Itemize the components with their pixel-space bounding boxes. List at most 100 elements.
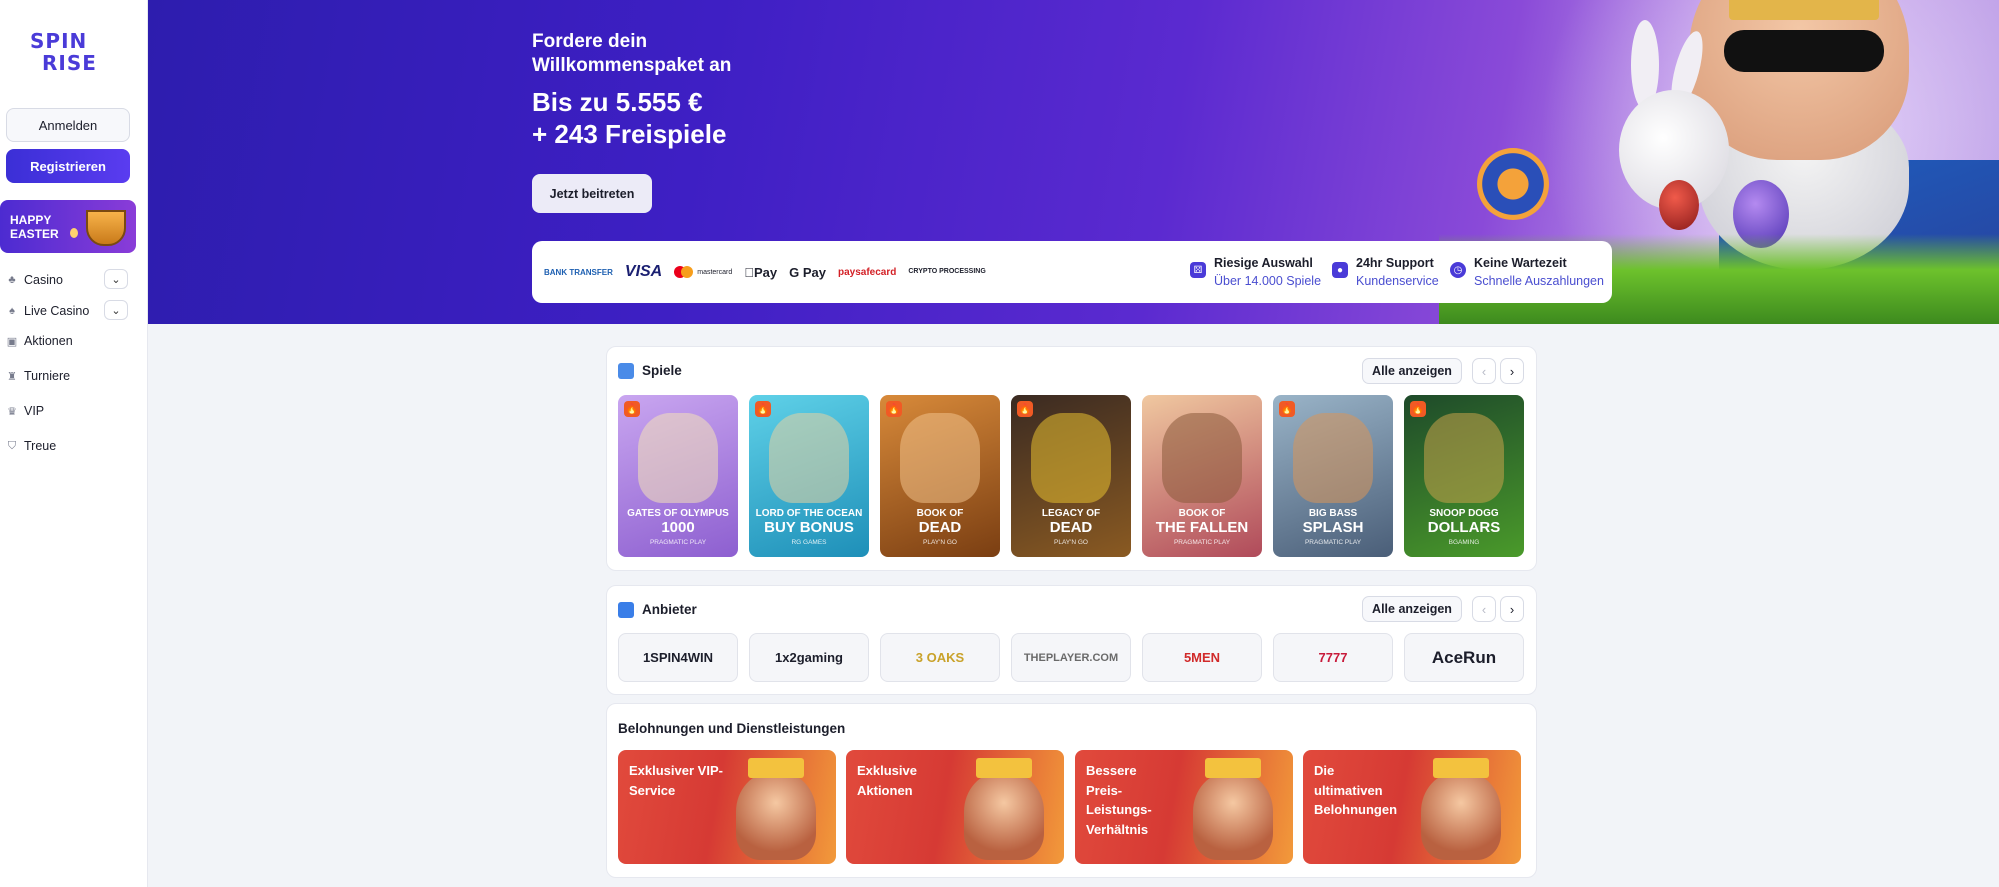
chat-icon: ● [1332,262,1348,278]
easter-promo-text: HAPPY EASTER [10,213,59,241]
game-art [1162,413,1242,503]
providers-next-button[interactable]: › [1500,596,1524,622]
games-title: Spiele [642,363,682,378]
reward-title: Exklusive Aktionen [857,763,917,798]
provider-logo[interactable]: 7777 [1273,633,1393,682]
sidebar-item-live-casino[interactable]: ♠ Live Casino [6,300,89,322]
game-title-main: DOLLARS [1427,519,1501,536]
spade-icon: ♠ [9,305,15,317]
sidebar: SPIN RISE Anmelden Registrieren HAPPY EA… [0,0,148,887]
reward-card[interactable]: Bessere Preis-Leistungs-Verhältnis [1075,750,1293,864]
game-art [1293,413,1373,503]
game-provider: PRAGMATIC PLAY [1173,539,1231,546]
login-button[interactable]: Anmelden [6,108,130,142]
game-provider: PRAGMATIC PLAY [1304,539,1362,546]
reward-card[interactable]: Die ultimativen Belohnungen [1303,750,1521,864]
paysafecard-logo: paysafecard [828,266,896,278]
casino-chip-art [1477,148,1549,220]
crown-art [976,758,1032,778]
king-art [1193,772,1273,860]
game-title-main: THE FALLEN [1155,519,1249,536]
game-title-main: SPLASH [1302,519,1364,536]
game-tile[interactable]: BOOK OF THE FALLEN PRAGMATIC PLAY [1142,395,1262,557]
hot-fire-icon: 🔥 [886,401,902,417]
hero-copy: Fordere dein Willkommenspaket an Bis zu … [532,30,731,150]
easter-promo-banner[interactable]: HAPPY EASTER [0,200,136,253]
feature-title: Riesige Auswahl [1214,256,1313,270]
casino-expand-chevron[interactable]: ⌄ [104,269,128,289]
game-title-main: BUY BONUS [764,519,854,536]
sidebar-item-label: Casino [24,273,63,287]
provider-logo[interactable]: 3 OAKS [880,633,1000,682]
game-art [769,413,849,503]
sidebar-item-label: VIP [24,404,45,418]
easter-egg-art [1659,180,1699,230]
crown-art [1433,758,1489,778]
logo[interactable]: SPIN RISE [30,30,110,78]
hot-fire-icon: 🔥 [755,401,771,417]
apple-pay-logo: Pay [744,264,777,280]
game-tile[interactable]: 🔥 BIG BASS SPLASH PRAGMATIC PLAY [1273,395,1393,557]
game-title-top: GATES OF OLYMPUS [627,508,729,519]
provider-logo[interactable]: THEPLAYER.COM [1011,633,1131,682]
sidebar-item-turniere[interactable]: ♜ Turniere [6,365,70,387]
grid-icon [618,602,634,618]
provider-logo[interactable]: 1x2gaming [749,633,869,682]
game-tile[interactable]: 🔥 BOOK OF DEAD PLAY'N GO [880,395,1000,557]
games-prev-button[interactable]: ‹ [1472,358,1496,384]
crown-art [1205,758,1261,778]
feature-subtitle: Über 14.000 Spiele [1214,274,1322,288]
game-title-main: DEAD [1049,519,1093,536]
hero-headline-1: Bis zu 5.555 € [532,87,703,117]
games-next-button[interactable]: › [1500,358,1524,384]
register-button[interactable]: Registrieren [6,149,130,183]
reward-card[interactable]: Exklusive Aktionen [846,750,1064,864]
sidebar-item-treue[interactable]: ⛉ Treue [6,435,56,457]
game-tile[interactable]: 🔥 LEGACY OF DEAD PLAY'N GO [1011,395,1131,557]
shield-icon: ⛉ [7,439,17,452]
providers-title: Anbieter [642,602,697,617]
crown-art [748,758,804,778]
game-title-top: LORD OF THE OCEAN [755,508,863,519]
provider-logo[interactable]: 5MEN [1142,633,1262,682]
rewards-title: Belohnungen und Dienstleistungen [618,721,846,736]
game-tile[interactable]: 🔥 SNOOP DOGG DOLLARS BGAMING [1404,395,1524,557]
game-tile[interactable]: 🔥 GATES OF OLYMPUS 1000 PRAGMATIC PLAY [618,395,738,557]
basket-icon [86,210,126,246]
reward-title: Bessere Preis-Leistungs-Verhältnis [1086,763,1152,837]
game-tile[interactable]: 🔥 LORD OF THE OCEAN BUY BONUS RG GAMES [749,395,869,557]
logo-line2: RISE [42,51,97,75]
sidebar-item-label: Aktionen [24,334,73,348]
hot-fire-icon: 🔥 [1410,401,1426,417]
provider-logo[interactable]: AceRun [1404,633,1524,682]
live-casino-expand-chevron[interactable]: ⌄ [104,300,128,320]
sidebar-item-casino[interactable]: ♣ Casino [6,269,63,291]
king-art [736,772,816,860]
feature-payouts: ◷ Keine Wartezeit Schnelle Auszahlungen [1450,255,1604,291]
sidebar-item-aktionen[interactable]: ▣ Aktionen [6,330,73,352]
mastercard-logo: mastercard [674,266,732,278]
game-title-top: BOOK OF [1178,508,1226,519]
join-now-button[interactable]: Jetzt beitreten [532,174,652,213]
providers-see-all-button[interactable]: Alle anzeigen [1362,596,1462,622]
game-provider: PLAY'N GO [923,539,957,546]
dice-icon: ⚄ [1190,262,1206,278]
providers-prev-button[interactable]: ‹ [1472,596,1496,622]
games-see-all-button[interactable]: Alle anzeigen [1362,358,1462,384]
clock-icon: ◷ [1450,262,1466,278]
hero-headline-2: + 243 Freispiele [532,119,727,149]
game-provider: PRAGMATIC PLAY [649,539,707,546]
sidebar-item-vip[interactable]: ♛ VIP [6,400,44,422]
crypto-processing-logo: CRYPTO PROCESSING [898,268,985,275]
hot-fire-icon: 🔥 [1279,401,1295,417]
sidebar-item-label: Live Casino [24,304,90,318]
egg-icon [70,228,78,238]
payment-methods-bar: BANK TRANSFER VISA mastercard Pay G Pay… [532,241,1612,303]
reward-card[interactable]: Exklusiver VIP-Service [618,750,836,864]
game-title-main: DEAD [918,519,962,536]
crown-icon: ♛ [7,405,17,418]
reward-title: Die ultimativen Belohnungen [1314,763,1398,817]
feature-title: Keine Wartezeit [1474,256,1567,270]
sidebar-item-label: Treue [24,439,57,453]
provider-logo[interactable]: 1SPIN4WIN [618,633,738,682]
